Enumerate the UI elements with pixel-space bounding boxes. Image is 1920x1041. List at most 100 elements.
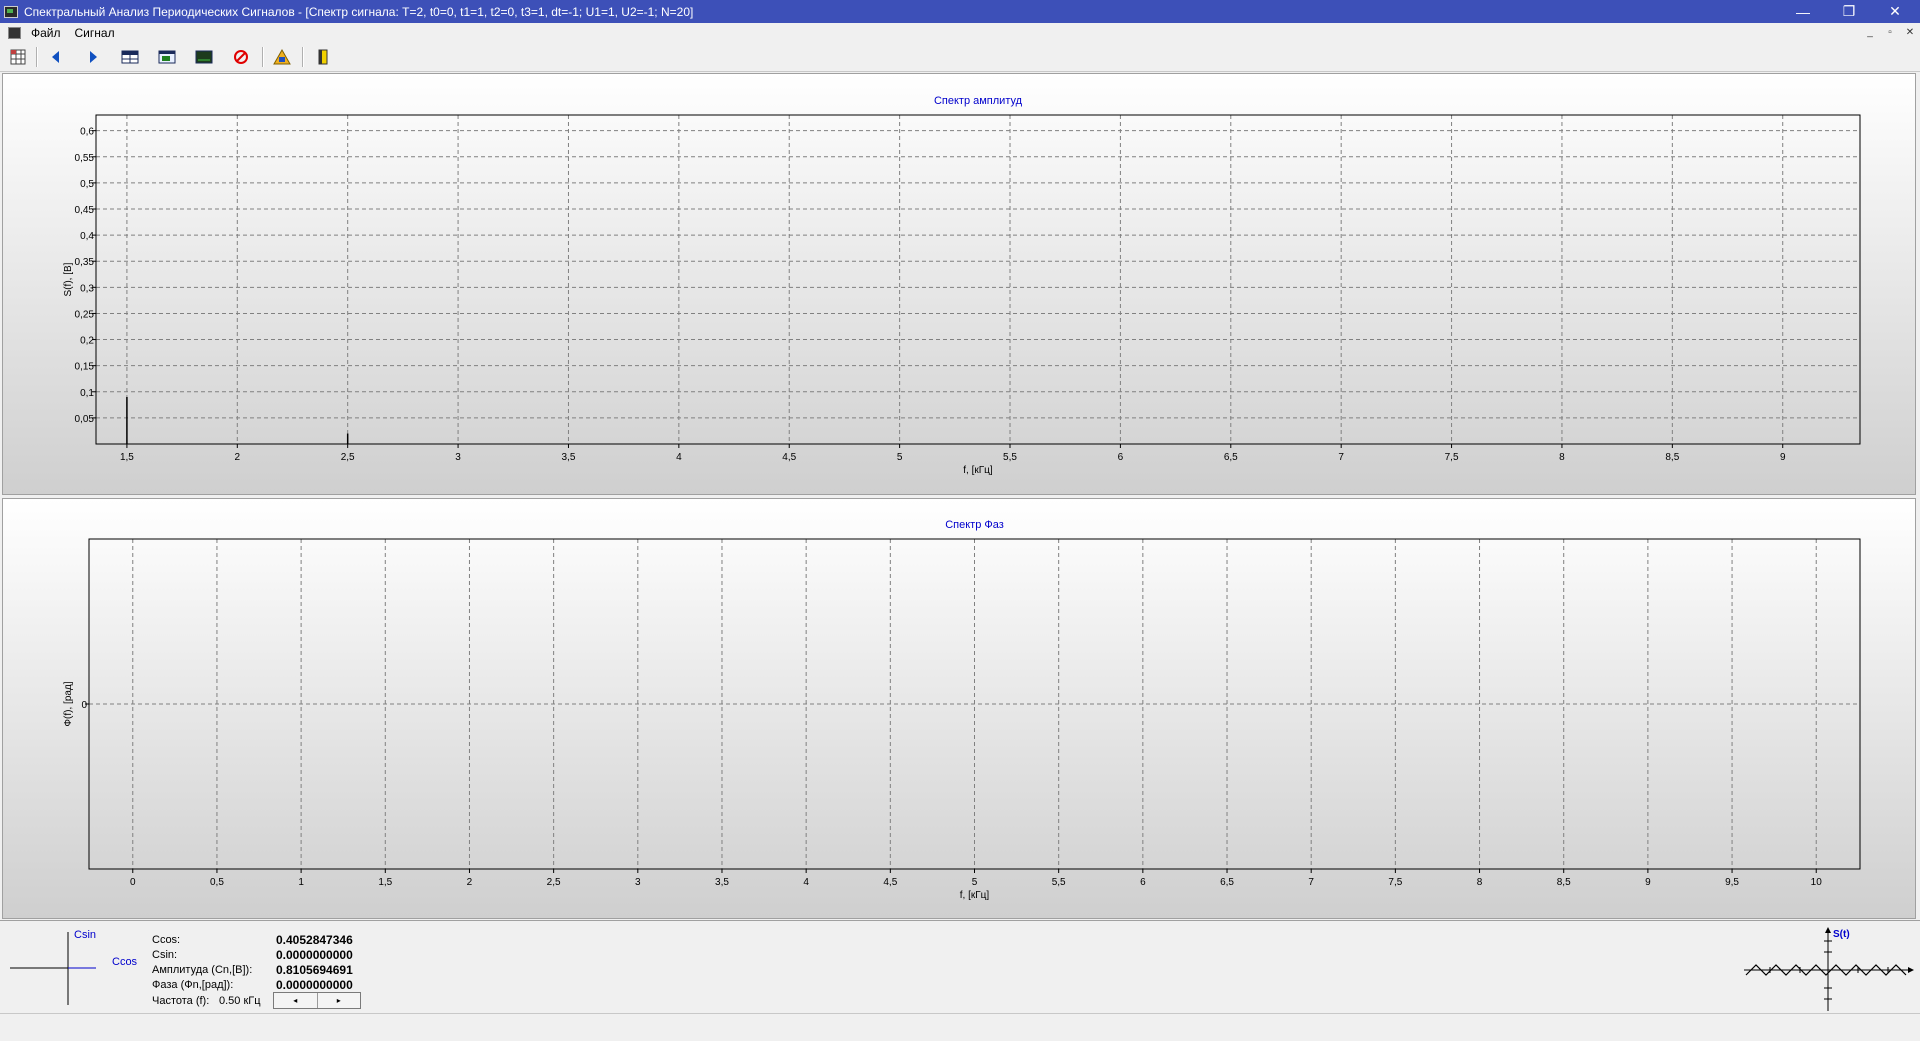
phase-chart-title: Спектр Фаз [945, 519, 1004, 531]
amplitude-chart-x-tick-label: 6,5 [1224, 452, 1238, 463]
amplitude-chart-y-tick-label: 0,2 [80, 336, 94, 347]
scroll-right-button[interactable]: ▸ [317, 993, 360, 1008]
phase-chart-x-tick-label: 6 [1140, 877, 1146, 888]
frequency-scrollbar[interactable]: ◂ ▸ [273, 992, 361, 1009]
phase-chart-x-label: f, [кГц] [960, 890, 990, 901]
amplitude-chart-x-tick-label: 4,5 [782, 452, 796, 463]
amplitude-chart-x-tick-label: 1,5 [120, 452, 134, 463]
child-minimize-button[interactable]: _ [1859, 23, 1881, 42]
phase-chart-x-tick-label: 3,5 [715, 877, 729, 888]
warning-bell-icon[interactable] [271, 46, 293, 68]
status-bar [0, 1013, 1920, 1041]
vector-diagram: Csin Ccos [10, 929, 138, 1005]
phase-chart-x-tick-label: 7 [1308, 877, 1314, 888]
amplitude-chart[interactable]: Спектр амплитуд 1,5 2 2,5 3 3,5 4 4,5 5 5,5 6 6,5 7… [3, 74, 1915, 494]
window-title: Спектральный Анализ Периодических Сигнал… [24, 4, 694, 19]
phase-chart-x-tick-label: 9,5 [1725, 877, 1739, 888]
amplitude-value: 0.8105694691 [276, 963, 353, 977]
csin-value: 0.0000000000 [276, 948, 353, 962]
amplitude-chart-x-tick-label: 4 [676, 452, 682, 463]
table-icon[interactable] [119, 46, 141, 68]
menu-signal[interactable]: Сигнал [75, 26, 115, 40]
child-close-button[interactable]: ✕ [1899, 23, 1920, 42]
phase-chart-x-tick-label: 4 [803, 877, 809, 888]
amplitude-chart-x-tick-label: 8 [1559, 452, 1565, 463]
toolbar-separator [262, 47, 264, 67]
phase-chart[interactable]: Спектр Фаз 0 0,5 1 1,5 2 2,5 3 3,5 4 4,5 5 5,5 6 6,5 7… [3, 499, 1915, 918]
amplitude-chart-x-tick-label: 5,5 [1003, 452, 1017, 463]
menu-bar: Файл Сигнал [0, 23, 1920, 42]
scroll-left-button[interactable]: ◂ [274, 993, 318, 1008]
phase-chart-x-tick-label: 2 [467, 877, 473, 888]
screen-icon[interactable] [193, 46, 215, 68]
signal-axis-label: S(t) [1833, 929, 1850, 940]
title-bar: Спектральный Анализ Периодических Сигнал… [0, 0, 1920, 23]
amplitude-chart-title: Спектр амплитуд [934, 95, 1023, 107]
phase-chart-x-tick-label: 1,5 [378, 877, 392, 888]
phase-chart-y-tick-label: 0 [81, 700, 87, 711]
amplitude-chart-x-tick-label: 8,5 [1665, 452, 1679, 463]
ccos-axis-label: Ccos [112, 956, 138, 968]
phase-value: 0.0000000000 [276, 978, 353, 992]
amplitude-chart-y-tick-label: 0,35 [75, 257, 95, 268]
amplitude-chart-x-tick-label: 2 [235, 452, 241, 463]
amplitude-chart-panel: Спектр амплитуд 1,5 2 2,5 3 3,5 4 4,5 5 5,5 6 6,5 7… [2, 73, 1916, 495]
amplitude-chart-y-tick-label: 0,5 [80, 179, 94, 190]
toolbar-separator [36, 47, 38, 67]
phase-chart-x-tick-label: 0,5 [210, 877, 224, 888]
amplitude-chart-x-tick-label: 9 [1780, 452, 1786, 463]
amplitude-chart-y-tick-label: 0,05 [75, 414, 95, 425]
phase-chart-x-tick-label: 3 [635, 877, 641, 888]
amplitude-chart-y-tick-label: 0,3 [80, 283, 94, 294]
amplitude-chart-x-tick-label: 3,5 [562, 452, 576, 463]
amplitude-chart-y-tick-label: 0,6 [80, 127, 94, 138]
ccos-value: 0.4052847346 [276, 933, 353, 947]
phase-chart-x-tick-label: 0 [130, 877, 136, 888]
frequency-label: Частота (f): [152, 995, 210, 1007]
menu-file[interactable]: Файл [31, 26, 61, 40]
amplitude-label: Амплитуда (Cn,[В]): [152, 964, 253, 976]
signal-preview: S(t) [1744, 927, 1914, 1011]
amplitude-chart-x-tick-label: 2,5 [341, 452, 355, 463]
phase-chart-x-tick-label: 2,5 [547, 877, 561, 888]
ccos-label: Ccos: [152, 934, 181, 946]
exit-door-icon[interactable] [312, 46, 334, 68]
arrow-left-icon[interactable] [45, 46, 67, 68]
phase-chart-x-tick-label: 10 [1811, 877, 1823, 888]
phase-chart-x-tick-label: 5,5 [1052, 877, 1066, 888]
maximize-button[interactable]: ❐ [1826, 0, 1872, 23]
phase-chart-x-tick-label: 8,5 [1557, 877, 1571, 888]
document-icon[interactable] [8, 26, 21, 39]
signal-window-icon[interactable] [156, 46, 178, 68]
phase-label: Фаза (Фn,[рад]): [152, 979, 234, 991]
phase-chart-x-tick-label: 8 [1477, 877, 1483, 888]
phase-chart-x-tick-label: 5 [972, 877, 978, 888]
phase-chart-x-tick-label: 7,5 [1388, 877, 1402, 888]
phase-chart-x-tick-label: 4,5 [883, 877, 897, 888]
csin-axis-label: Csin [74, 929, 96, 941]
minimize-button[interactable]: — [1780, 0, 1826, 23]
amplitude-chart-y-tick-label: 0,55 [75, 153, 95, 164]
stop-icon[interactable] [230, 46, 252, 68]
amplitude-chart-y-tick-label: 0,1 [80, 388, 94, 399]
table-grid-icon[interactable] [7, 46, 29, 68]
amplitude-chart-y-label: S(f), [В] [63, 262, 74, 296]
phase-chart-panel: Спектр Фаз 0 0,5 1 1,5 2 2,5 3 3,5 4 4,5 5 5,5 6 6,5 7… [2, 498, 1916, 919]
app-icon[interactable] [4, 5, 18, 18]
frequency-value: 0.50 кГц [219, 995, 261, 1007]
phase-chart-y-label: Ф(f), [рад] [63, 681, 74, 726]
toolbar-separator [302, 47, 304, 67]
amplitude-chart-x-tick-label: 5 [897, 452, 903, 463]
close-button[interactable]: ✕ [1872, 0, 1918, 23]
amplitude-chart-x-tick-label: 7 [1338, 452, 1344, 463]
csin-label: Csin: [152, 949, 178, 961]
child-restore-button[interactable]: ▫ [1879, 23, 1901, 42]
amplitude-chart-x-tick-label: 7,5 [1445, 452, 1459, 463]
arrow-right-icon[interactable] [82, 46, 104, 68]
amplitude-chart-x-tick-label: 3 [455, 452, 461, 463]
amplitude-chart-y-tick-label: 0,45 [75, 205, 95, 216]
phase-chart-x-tick-label: 9 [1645, 877, 1651, 888]
amplitude-chart-y-tick-label: 0,25 [75, 309, 95, 320]
amplitude-chart-y-tick-label: 0,15 [75, 362, 95, 373]
amplitude-chart-y-tick-label: 0,4 [80, 231, 94, 242]
